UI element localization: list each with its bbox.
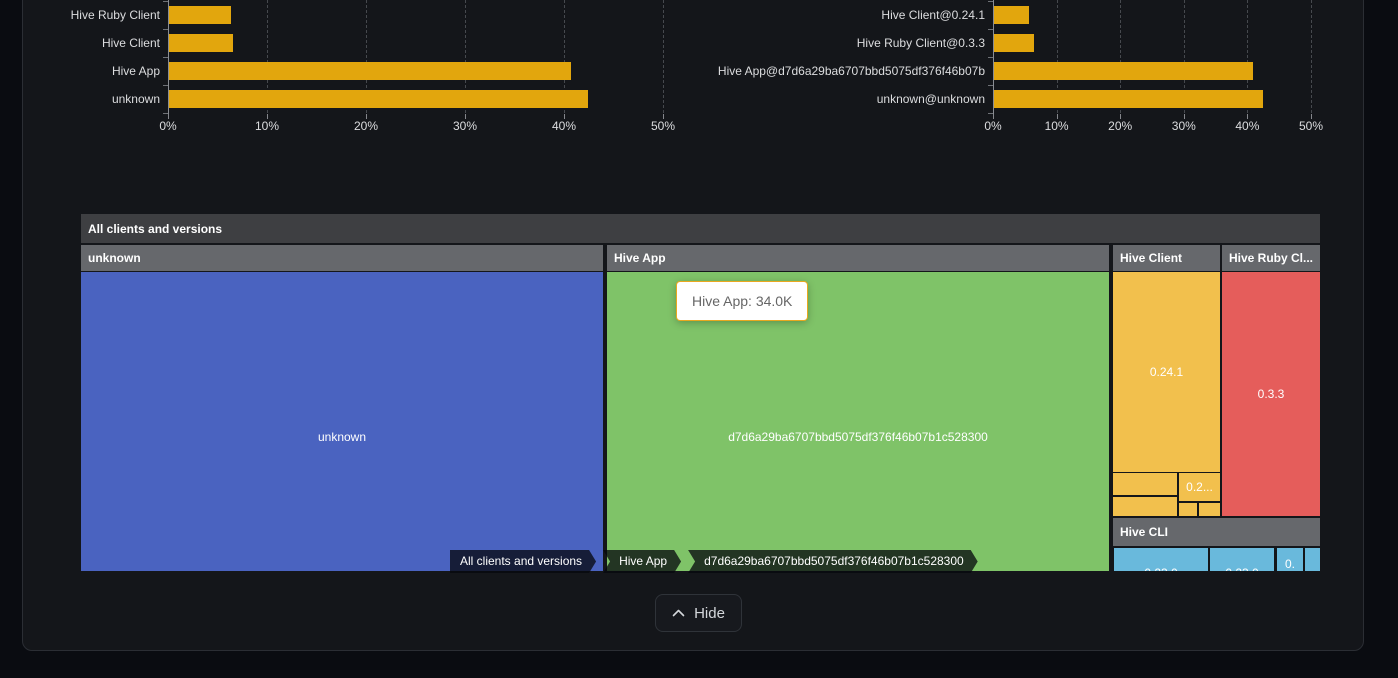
category-axis-tick bbox=[163, 29, 168, 30]
bar[interactable] bbox=[169, 6, 231, 24]
category-axis-tick bbox=[163, 1, 168, 2]
gridline bbox=[1311, 0, 1312, 113]
treemap-section-hive-app[interactable]: Hive App bbox=[607, 245, 1109, 271]
breadcrumb-item[interactable]: d7d6a29ba6707bbd5075df376f46b07b1c528300 bbox=[688, 550, 978, 573]
bar[interactable] bbox=[994, 90, 1263, 108]
bar[interactable] bbox=[994, 6, 1029, 24]
treemap-section-unknown[interactable]: unknown bbox=[81, 245, 603, 271]
treemap-cell-hive-client-minor[interactable] bbox=[1113, 473, 1177, 495]
treemap-cell-label: 0.3.3 bbox=[1222, 387, 1320, 401]
treemap-cell-hive-cli-0[interactable]: 0. bbox=[1277, 548, 1303, 571]
treemap-cell-hive-cli-minor[interactable] bbox=[1305, 548, 1320, 571]
treemap-root-header[interactable]: All clients and versions bbox=[81, 214, 1320, 243]
category-label: Hive Client@0.24.1 bbox=[700, 6, 985, 24]
axis-tick-label: 0% bbox=[144, 119, 192, 133]
treemap-cell-label: 0.23.0 bbox=[1210, 566, 1274, 571]
hide-button-label: Hide bbox=[694, 605, 725, 622]
axis-tick-label: 40% bbox=[540, 119, 588, 133]
axis-tick-label: 30% bbox=[1160, 119, 1208, 133]
hide-button[interactable]: Hide bbox=[655, 594, 742, 632]
category-label: Hive Client bbox=[10, 34, 160, 52]
category-axis-tick bbox=[988, 85, 993, 86]
axis-tick-label: 0% bbox=[969, 119, 1017, 133]
category-label: Hive App bbox=[10, 62, 160, 80]
treemap: All clients and versionsunknownHive AppH… bbox=[81, 214, 1320, 571]
axis-tick-label: 30% bbox=[441, 119, 489, 133]
treemap-cell-hive-client-minor[interactable] bbox=[1199, 503, 1220, 516]
axis-tick-label: 20% bbox=[1096, 119, 1144, 133]
treemap-cell-label: 0.2... bbox=[1179, 480, 1220, 494]
treemap-breadcrumb: All clients and versions Hive App d7d6a29b… bbox=[450, 550, 978, 573]
treemap-cell-hive-client-minor[interactable] bbox=[1113, 497, 1177, 516]
category-label: Hive App@d7d6a29ba6707bbd5075df376f46b07… bbox=[700, 62, 985, 80]
category-label: unknown bbox=[10, 90, 160, 108]
treemap-cell-label: d7d6a29ba6707bbd5075df376f46b07b1c528300 bbox=[607, 430, 1109, 444]
axis-tick-label: 20% bbox=[342, 119, 390, 133]
treemap-cell-label: 0.23.0 bbox=[1114, 566, 1208, 571]
category-axis-tick bbox=[988, 29, 993, 30]
treemap-section-hive-cli[interactable]: Hive CLI bbox=[1113, 518, 1320, 546]
breadcrumb-item[interactable]: Hive App bbox=[603, 550, 681, 573]
category-axis-tick bbox=[163, 113, 168, 114]
bar[interactable] bbox=[994, 62, 1253, 80]
axis-tick-label: 50% bbox=[1287, 119, 1335, 133]
bar[interactable] bbox=[994, 34, 1034, 52]
gridline bbox=[663, 0, 664, 113]
bar[interactable] bbox=[169, 62, 571, 80]
treemap-tooltip: Hive App: 34.0K bbox=[676, 281, 808, 321]
dashboard-stage: 0% 10% 20% 30% 40% 50% Hive Ruby Client Hive Cl… bbox=[0, 0, 1398, 678]
treemap-cell-hive-client-0-2[interactable]: 0.2... bbox=[1179, 473, 1220, 501]
bar[interactable] bbox=[169, 90, 588, 108]
category-label: Hive Ruby Client bbox=[10, 6, 160, 24]
category-label: Hive Ruby Client@0.3.3 bbox=[700, 34, 985, 52]
treemap-cell-hive-cli-0-23-0[interactable]: 0.23.0 bbox=[1210, 548, 1274, 571]
category-label: unknown@unknown bbox=[700, 90, 985, 108]
category-axis-tick bbox=[988, 113, 993, 114]
category-axis-tick bbox=[988, 57, 993, 58]
breadcrumb-item[interactable]: All clients and versions bbox=[450, 550, 596, 573]
treemap-section-hive-ruby-client[interactable]: Hive Ruby Cl... bbox=[1222, 245, 1320, 271]
treemap-cell-hive-ruby-0-3-3[interactable]: 0.3.3 bbox=[1222, 272, 1320, 516]
category-axis-tick bbox=[163, 85, 168, 86]
treemap-cell-unknown[interactable]: unknown bbox=[81, 272, 603, 571]
treemap-cell-hive-cli-0-23-0[interactable]: 0.23.0 bbox=[1114, 548, 1208, 571]
category-axis-tick bbox=[988, 1, 993, 2]
treemap-cell-label: 0. bbox=[1277, 557, 1303, 571]
treemap-cell-hive-client-minor[interactable] bbox=[1179, 503, 1197, 516]
axis-tick-label: 50% bbox=[639, 119, 687, 133]
category-axis-tick bbox=[163, 57, 168, 58]
axis-tick-label: 10% bbox=[243, 119, 291, 133]
treemap-cell-hive-client-0-24-1[interactable]: 0.24.1 bbox=[1113, 272, 1220, 472]
bar[interactable] bbox=[169, 34, 233, 52]
treemap-cell-label: 0.24.1 bbox=[1113, 365, 1220, 379]
axis-tick-label: 10% bbox=[1033, 119, 1081, 133]
treemap-cell-label: unknown bbox=[81, 430, 603, 444]
tooltip-text: Hive App: 34.0K bbox=[692, 293, 792, 309]
chevron-up-icon bbox=[672, 609, 685, 617]
axis-tick-label: 40% bbox=[1223, 119, 1271, 133]
treemap-section-hive-client[interactable]: Hive Client bbox=[1113, 245, 1220, 271]
